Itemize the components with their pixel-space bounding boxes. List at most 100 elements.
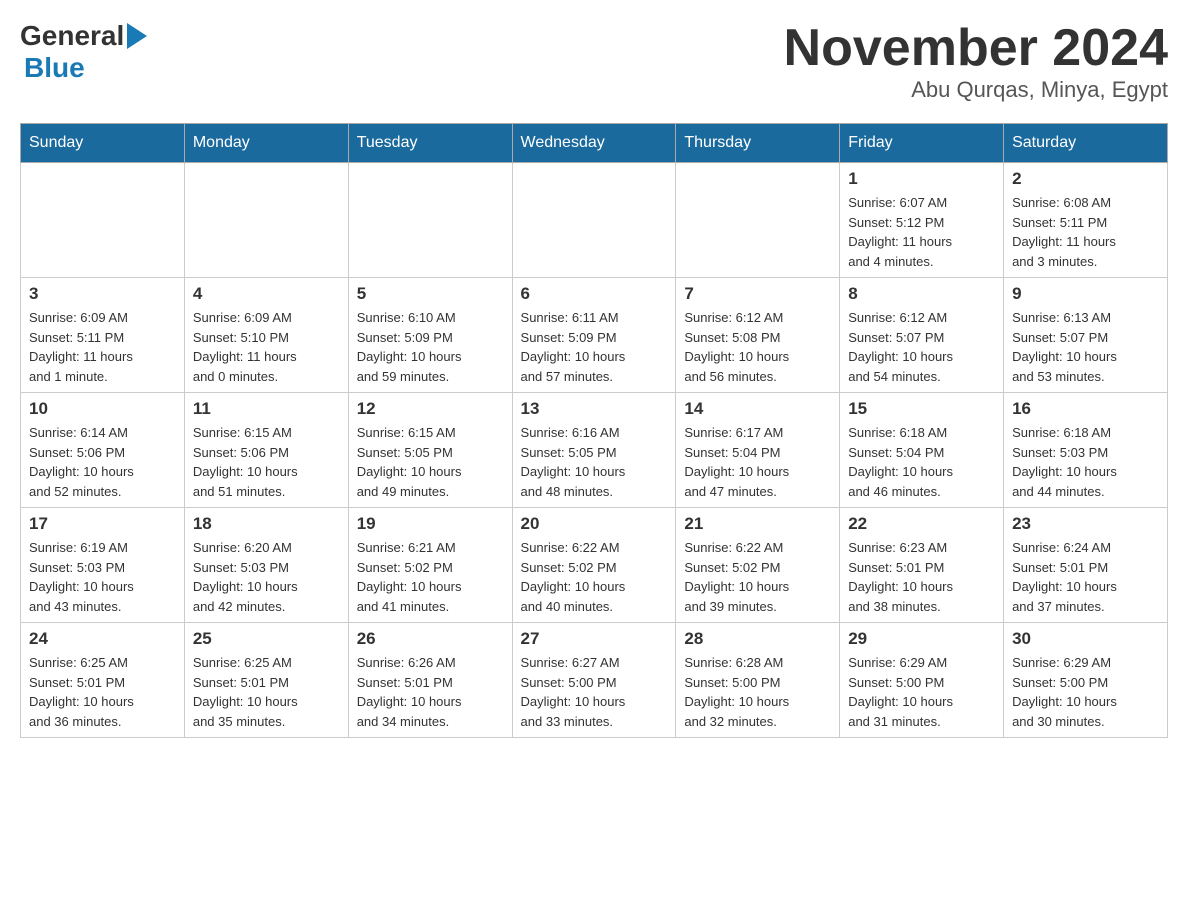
calendar-table: SundayMondayTuesdayWednesdayThursdayFrid… (20, 123, 1168, 738)
calendar-cell: 30 Sunrise: 6:29 AM Sunset: 5:00 PM Dayli… (1004, 623, 1168, 738)
day-number: 9 (1012, 284, 1159, 304)
day-info: Sunrise: 6:21 AM Sunset: 5:02 PM Dayligh… (357, 538, 504, 616)
day-info: Sunrise: 6:22 AM Sunset: 5:02 PM Dayligh… (521, 538, 668, 616)
day-number: 16 (1012, 399, 1159, 419)
day-number: 3 (29, 284, 176, 304)
day-number: 24 (29, 629, 176, 649)
calendar-day-header: Thursday (676, 124, 840, 163)
calendar-cell: 28 Sunrise: 6:28 AM Sunset: 5:00 PM Dayli… (676, 623, 840, 738)
calendar-week-row: 24 Sunrise: 6:25 AM Sunset: 5:01 PM Dayli… (21, 623, 1168, 738)
day-number: 1 (848, 169, 995, 189)
calendar-cell: 11 Sunrise: 6:15 AM Sunset: 5:06 PM Dayli… (184, 393, 348, 508)
calendar-cell: 26Sunrise: 6:26 AM Sunset: 5:01 PM Dayli… (348, 623, 512, 738)
day-info: Sunrise: 6:10 AM Sunset: 5:09 PM Dayligh… (357, 308, 504, 386)
day-info: Sunrise: 6:09 AM Sunset: 5:10 PM Dayligh… (193, 308, 340, 386)
day-number: 5 (357, 284, 504, 304)
calendar-cell (348, 163, 512, 278)
calendar-cell: 4 Sunrise: 6:09 AM Sunset: 5:10 PM Daylig… (184, 278, 348, 393)
day-info: Sunrise: 6:23 AM Sunset: 5:01 PM Dayligh… (848, 538, 995, 616)
logo-general-text: General (20, 20, 124, 52)
day-info: Sunrise: 6:17 AM Sunset: 5:04 PM Dayligh… (684, 423, 831, 501)
calendar-day-header: Friday (840, 124, 1004, 163)
day-info: Sunrise: 6:13 AM Sunset: 5:07 PM Dayligh… (1012, 308, 1159, 386)
day-info: Sunrise: 6:18 AM Sunset: 5:03 PM Dayligh… (1012, 423, 1159, 501)
day-info: Sunrise: 6:11 AM Sunset: 5:09 PM Dayligh… (521, 308, 668, 386)
calendar-cell: 12Sunrise: 6:15 AM Sunset: 5:05 PM Dayli… (348, 393, 512, 508)
logo-blue-text: Blue (24, 52, 85, 84)
day-info: Sunrise: 6:29 AM Sunset: 5:00 PM Dayligh… (848, 653, 995, 731)
calendar-cell: 19 Sunrise: 6:21 AM Sunset: 5:02 PM Dayli… (348, 508, 512, 623)
day-info: Sunrise: 6:25 AM Sunset: 5:01 PM Dayligh… (29, 653, 176, 731)
day-number: 2 (1012, 169, 1159, 189)
day-info: Sunrise: 6:15 AM Sunset: 5:05 PM Dayligh… (357, 423, 504, 501)
calendar-week-row: 10 Sunrise: 6:14 AM Sunset: 5:06 PM Dayli… (21, 393, 1168, 508)
day-number: 27 (521, 629, 668, 649)
calendar-week-row: 17Sunrise: 6:19 AM Sunset: 5:03 PM Dayli… (21, 508, 1168, 623)
calendar-cell: 5 Sunrise: 6:10 AM Sunset: 5:09 PM Daylig… (348, 278, 512, 393)
day-info: Sunrise: 6:28 AM Sunset: 5:00 PM Dayligh… (684, 653, 831, 731)
logo: General Blue (20, 20, 147, 84)
calendar-day-header: Tuesday (348, 124, 512, 163)
month-title: November 2024 (784, 20, 1168, 77)
day-info: Sunrise: 6:20 AM Sunset: 5:03 PM Dayligh… (193, 538, 340, 616)
calendar-cell: 25 Sunrise: 6:25 AM Sunset: 5:01 PM Dayli… (184, 623, 348, 738)
calendar-cell (512, 163, 676, 278)
calendar-day-header: Sunday (21, 124, 185, 163)
calendar-day-header: Wednesday (512, 124, 676, 163)
day-number: 23 (1012, 514, 1159, 534)
day-number: 20 (521, 514, 668, 534)
calendar-cell: 3 Sunrise: 6:09 AM Sunset: 5:11 PM Daylig… (21, 278, 185, 393)
title-block: November 2024 Abu Qurqas, Minya, Egypt (784, 20, 1168, 103)
calendar-cell (184, 163, 348, 278)
day-info: Sunrise: 6:29 AM Sunset: 5:00 PM Dayligh… (1012, 653, 1159, 731)
calendar-cell (676, 163, 840, 278)
day-number: 15 (848, 399, 995, 419)
day-number: 4 (193, 284, 340, 304)
day-number: 11 (193, 399, 340, 419)
day-info: Sunrise: 6:18 AM Sunset: 5:04 PM Dayligh… (848, 423, 995, 501)
calendar-cell: 2 Sunrise: 6:08 AM Sunset: 5:11 PM Daylig… (1004, 163, 1168, 278)
calendar-cell: 21 Sunrise: 6:22 AM Sunset: 5:02 PM Dayli… (676, 508, 840, 623)
day-number: 14 (684, 399, 831, 419)
day-info: Sunrise: 6:25 AM Sunset: 5:01 PM Dayligh… (193, 653, 340, 731)
calendar-cell: 29Sunrise: 6:29 AM Sunset: 5:00 PM Dayli… (840, 623, 1004, 738)
day-number: 22 (848, 514, 995, 534)
calendar-day-header: Saturday (1004, 124, 1168, 163)
day-info: Sunrise: 6:15 AM Sunset: 5:06 PM Dayligh… (193, 423, 340, 501)
day-number: 18 (193, 514, 340, 534)
day-number: 19 (357, 514, 504, 534)
calendar-cell: 14 Sunrise: 6:17 AM Sunset: 5:04 PM Dayli… (676, 393, 840, 508)
calendar-day-header: Monday (184, 124, 348, 163)
day-number: 30 (1012, 629, 1159, 649)
day-info: Sunrise: 6:27 AM Sunset: 5:00 PM Dayligh… (521, 653, 668, 731)
calendar-cell: 22 Sunrise: 6:23 AM Sunset: 5:01 PM Dayli… (840, 508, 1004, 623)
logo-triangle-icon (127, 23, 147, 49)
calendar-cell: 16 Sunrise: 6:18 AM Sunset: 5:03 PM Dayli… (1004, 393, 1168, 508)
day-info: Sunrise: 6:14 AM Sunset: 5:06 PM Dayligh… (29, 423, 176, 501)
day-info: Sunrise: 6:12 AM Sunset: 5:08 PM Dayligh… (684, 308, 831, 386)
day-number: 25 (193, 629, 340, 649)
day-number: 28 (684, 629, 831, 649)
day-number: 8 (848, 284, 995, 304)
calendar-cell: 10 Sunrise: 6:14 AM Sunset: 5:06 PM Dayli… (21, 393, 185, 508)
calendar-cell: 20 Sunrise: 6:22 AM Sunset: 5:02 PM Dayli… (512, 508, 676, 623)
calendar-cell: 23Sunrise: 6:24 AM Sunset: 5:01 PM Dayli… (1004, 508, 1168, 623)
calendar-cell: 27 Sunrise: 6:27 AM Sunset: 5:00 PM Dayli… (512, 623, 676, 738)
day-number: 21 (684, 514, 831, 534)
day-number: 10 (29, 399, 176, 419)
day-info: Sunrise: 6:08 AM Sunset: 5:11 PM Dayligh… (1012, 193, 1159, 271)
calendar-week-row: 1Sunrise: 6:07 AM Sunset: 5:12 PM Daylig… (21, 163, 1168, 278)
location-title: Abu Qurqas, Minya, Egypt (784, 77, 1168, 103)
day-info: Sunrise: 6:09 AM Sunset: 5:11 PM Dayligh… (29, 308, 176, 386)
calendar-cell: 18 Sunrise: 6:20 AM Sunset: 5:03 PM Dayli… (184, 508, 348, 623)
day-number: 13 (521, 399, 668, 419)
calendar-cell: 13Sunrise: 6:16 AM Sunset: 5:05 PM Dayli… (512, 393, 676, 508)
calendar-cell: 17Sunrise: 6:19 AM Sunset: 5:03 PM Dayli… (21, 508, 185, 623)
day-number: 7 (684, 284, 831, 304)
calendar-cell: 24 Sunrise: 6:25 AM Sunset: 5:01 PM Dayli… (21, 623, 185, 738)
day-info: Sunrise: 6:22 AM Sunset: 5:02 PM Dayligh… (684, 538, 831, 616)
day-info: Sunrise: 6:12 AM Sunset: 5:07 PM Dayligh… (848, 308, 995, 386)
calendar-cell: 6Sunrise: 6:11 AM Sunset: 5:09 PM Daylig… (512, 278, 676, 393)
calendar-header-row: SundayMondayTuesdayWednesdayThursdayFrid… (21, 124, 1168, 163)
calendar-cell: 15 Sunrise: 6:18 AM Sunset: 5:04 PM Dayli… (840, 393, 1004, 508)
